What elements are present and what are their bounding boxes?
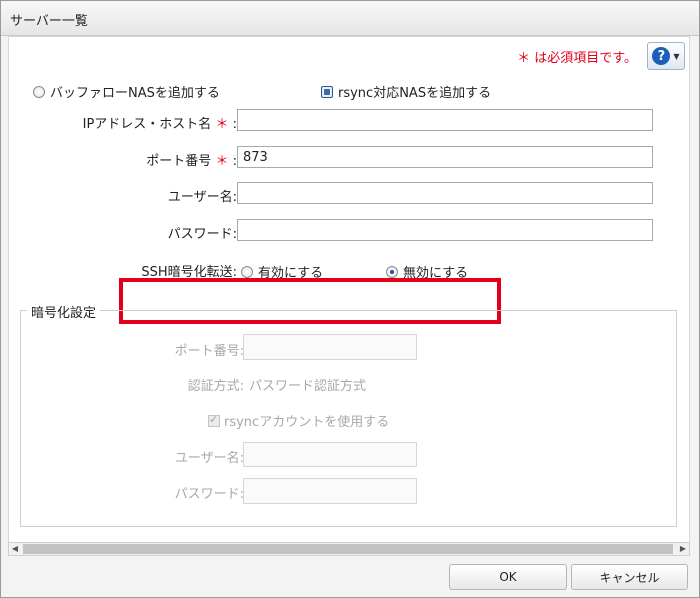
enc-user-label: ユーザー名: [174, 451, 244, 466]
host-label: IPアドレス・ホスト名 ＊ : [83, 113, 237, 132]
required-mark: ＊ [215, 117, 229, 132]
radio-label: rsync対応NASを追加する [338, 86, 492, 101]
ssh-label: SSH暗号化転送: [141, 265, 237, 280]
help-button[interactable]: ? ▼ [647, 42, 685, 70]
radio-button-selected[interactable] [386, 265, 398, 278]
scroll-thumb[interactable] [23, 544, 673, 554]
encryption-legend: 暗号化設定 [27, 302, 101, 321]
radio-ssh-enable[interactable]: 有効にする [241, 262, 323, 281]
scroll-right-icon[interactable]: ▶ [677, 543, 689, 555]
user-input[interactable] [237, 182, 653, 204]
encryption-settings-group: 暗号化設定 ポート番号: 認証方式: パスワード認証方式 rsyncアカウントを… [20, 302, 677, 527]
dialog-title: サーバー一覧 [10, 14, 88, 29]
radio-ssh-disable[interactable]: 無効にする [386, 262, 468, 281]
help-icon: ? [652, 47, 671, 65]
user-label: ユーザー名: [167, 190, 237, 205]
auth-method-value: パスワード認証方式 [249, 379, 367, 394]
host-label-text: IPアドレス・ホスト名 [82, 117, 212, 132]
radio-label: 有効にする [258, 266, 324, 281]
chevron-down-icon: ▼ [673, 51, 680, 61]
radio-button[interactable] [241, 265, 253, 278]
password-label: パスワード: [167, 227, 237, 242]
enc-user-input[interactable] [243, 442, 417, 467]
port-label: ポート番号 ＊ : [146, 150, 237, 169]
enc-password-input[interactable] [243, 478, 417, 504]
checkbox-checked[interactable] [208, 413, 220, 427]
scroll-left-icon[interactable]: ◀ [9, 543, 21, 555]
enc-port-label: ポート番号: [174, 344, 244, 359]
server-list-dialog: サーバー一覧 ＊ は必須項目です。 ? ▼ バッファローNASを追加する rsy… [0, 0, 700, 598]
checkbox-label: rsyncアカウントを使用する [224, 415, 390, 430]
port-input[interactable] [237, 146, 653, 168]
dialog-content: ＊ は必須項目です。 ? ▼ バッファローNASを追加する rsync対応NAS… [8, 36, 690, 544]
rsync-account-checkbox[interactable]: rsyncアカウントを使用する [208, 411, 389, 430]
radio-label: バッファローNASを追加する [50, 86, 220, 101]
radio-add-buffalo-nas[interactable]: バッファローNASを追加する [33, 82, 220, 101]
cancel-button[interactable]: キャンセル [571, 564, 688, 590]
required-note: ＊ は必須項目です。 [517, 51, 637, 66]
radio-button-selected[interactable] [321, 85, 333, 98]
host-input[interactable] [237, 109, 653, 131]
password-input[interactable] [237, 219, 653, 241]
auth-method-label: 認証方式: [187, 379, 244, 394]
ok-button[interactable]: OK [449, 564, 567, 590]
radio-label: 無効にする [403, 266, 469, 281]
radio-add-rsync-nas[interactable]: rsync対応NASを追加する [321, 82, 491, 101]
horizontal-scrollbar[interactable]: ◀ ▶ [8, 542, 690, 556]
required-mark: ＊ [215, 154, 229, 169]
enc-password-label: パスワード: [174, 487, 244, 502]
port-label-text: ポート番号 [146, 154, 212, 169]
enc-port-input[interactable] [243, 334, 417, 360]
radio-button[interactable] [33, 85, 45, 98]
title-bar[interactable]: サーバー一覧 [1, 1, 699, 36]
